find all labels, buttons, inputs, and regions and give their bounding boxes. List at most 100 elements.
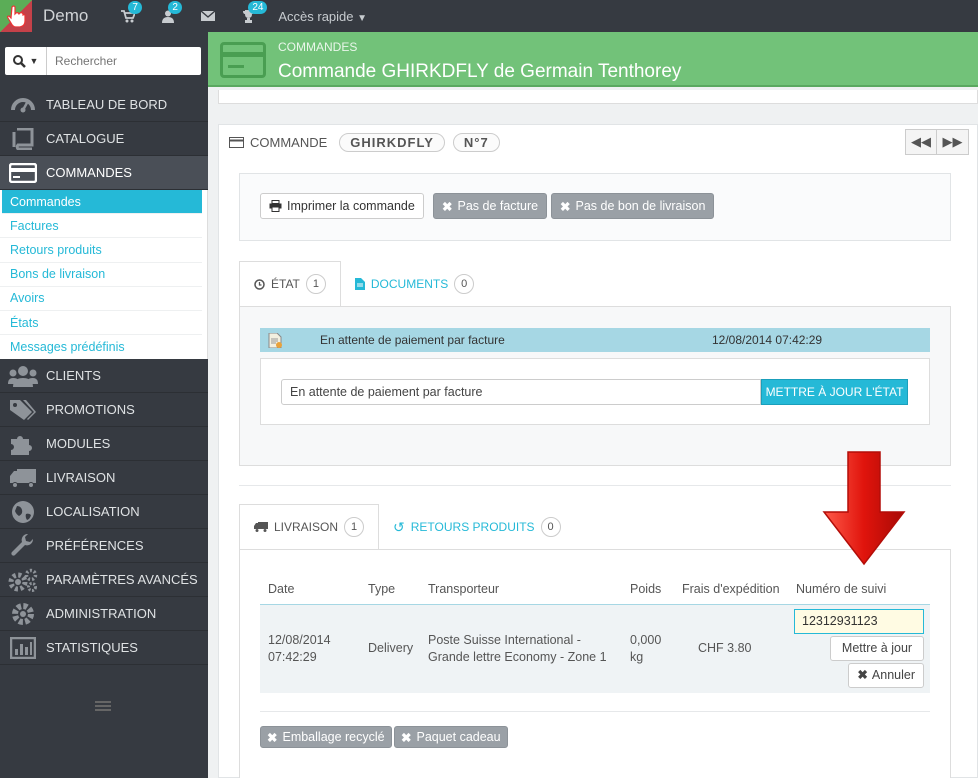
page-header: COMMANDES Commande GHIRKDFLY de Germain … — [208, 32, 978, 87]
sidebar-item-label: PROMOTIONS — [46, 402, 135, 418]
sidebar-item-label: TABLEAU DE BORD — [46, 97, 168, 112]
submenu-item-orders[interactable]: Commandes — [2, 190, 202, 215]
quick-access-label: Accès rapide — [278, 8, 354, 24]
submenu-item-statuses[interactable]: États — [0, 311, 202, 336]
tab-documents[interactable]: DOCUMENTS 0 — [341, 261, 488, 307]
order-reference: GHIRKDFLY — [339, 133, 445, 152]
customers-badge: 2 — [168, 1, 182, 14]
sidebar-item-shipping[interactable]: LIVRAISON — [0, 461, 208, 496]
sidebar-item-promotions[interactable]: PROMOTIONS — [0, 393, 208, 428]
table-row: 12/08/2014 07:42:29 Delivery Poste Suiss… — [260, 604, 930, 693]
hand-pointer-icon — [7, 5, 26, 27]
sidebar-item-administration[interactable]: ADMINISTRATION — [0, 597, 208, 632]
tab-returns-label: RETOURS PRODUITS — [410, 520, 535, 534]
sidebar-item-advanced-parameters[interactable]: PARAMÈTRES AVANCÉS — [0, 563, 208, 598]
search-type-button[interactable]: ▼ — [5, 47, 47, 75]
tab-status[interactable]: ÉTAT 1 — [239, 261, 341, 307]
shipping-count: 1 — [344, 517, 365, 537]
table-header-row: Date Type Transporteur Poids Frais d'exp… — [260, 574, 930, 605]
undo-icon: ↺ — [393, 518, 405, 535]
order-heading: COMMANDE GHIRKDFLY N°7 — [229, 133, 500, 152]
shipping-tab-content: Date Type Transporteur Poids Frais d'exp… — [239, 549, 951, 778]
close-icon: ✖ — [401, 730, 412, 745]
no-invoice-button[interactable]: ✖ Pas de facture — [433, 193, 548, 219]
status-tab-content: En attente de paiement par facture 12/08… — [239, 306, 951, 466]
print-icon — [269, 200, 282, 212]
truck-icon — [0, 468, 46, 488]
sidebar-item-label: STATISTIQUES — [46, 640, 138, 656]
logo[interactable] — [0, 0, 32, 32]
sidebar-item-customers[interactable]: CLIENTS — [0, 359, 208, 394]
column-header: Transporteur — [420, 574, 622, 605]
red-arrow-icon — [822, 451, 906, 566]
sidebar-item-label: PARAMÈTRES AVANCÉS — [46, 572, 198, 588]
no-delivery-slip-button[interactable]: ✖ Pas de bon de livraison — [551, 193, 715, 219]
no-invoice-label: Pas de facture — [457, 199, 539, 213]
update-tracking-button[interactable]: Mettre à jour — [830, 636, 924, 662]
sidebar-item-orders[interactable]: COMMANDES — [0, 156, 208, 190]
submenu-item-invoices[interactable]: Factures — [0, 214, 202, 239]
recycled-packaging-button[interactable]: ✖ Emballage recyclé — [260, 726, 392, 748]
shipping-cost: CHF 3.80 — [674, 604, 788, 693]
sidebar-item-label: PRÉFÉRENCES — [46, 538, 144, 554]
print-order-button[interactable]: Imprimer la commande — [260, 193, 424, 219]
update-status-button[interactable]: METTRE À JOUR L'ÉTAT — [761, 379, 908, 405]
column-header: Frais d'expédition — [674, 574, 788, 605]
top-bar: Demo 7 2 24 Accès rapide ▼ — [0, 0, 978, 32]
cancel-tracking-button[interactable]: ✖ Annuler — [848, 663, 924, 689]
sidebar-item-localization[interactable]: LOCALISATION — [0, 495, 208, 530]
sidebar-item-statistics[interactable]: STATISTIQUES — [0, 631, 208, 666]
caret-down-icon: ▼ — [357, 12, 368, 24]
submenu-item-credit-slips[interactable]: Avoirs — [0, 287, 202, 311]
bar-chart-icon — [0, 636, 46, 659]
previous-order-button[interactable]: ◀◀ — [905, 129, 937, 155]
shipping-type: Delivery — [360, 604, 420, 693]
messages-notification[interactable] — [188, 0, 228, 32]
column-header: Type — [360, 574, 420, 605]
sidebar-item-dashboard[interactable]: TABLEAU DE BORD — [0, 88, 208, 122]
order-number: N°7 — [452, 133, 500, 152]
collapse-menu-icon[interactable] — [95, 700, 111, 715]
previous-panel-edge — [218, 90, 978, 104]
status-history-label: En attente de paiement par facture — [320, 333, 505, 347]
submenu-item-delivery-slips[interactable]: Bons de livraison — [0, 263, 202, 287]
submenu-item-product-returns[interactable]: Retours produits — [0, 238, 202, 263]
sidebar-item-label: ADMINISTRATION — [46, 606, 157, 622]
credit-card-icon — [0, 162, 46, 183]
tab-shipping[interactable]: LIVRAISON 1 — [239, 504, 380, 550]
sidebar-item-catalog[interactable]: CATALOGUE — [0, 122, 208, 156]
tab-shipping-label: LIVRAISON — [274, 520, 339, 534]
returns-count: 0 — [540, 517, 561, 537]
next-order-button[interactable]: ▶▶ — [937, 129, 969, 155]
document-icon — [260, 332, 290, 348]
update-tracking-label: Mettre à jour — [841, 641, 913, 656]
caret-down-icon: ▼ — [29, 56, 39, 66]
print-order-label: Imprimer la commande — [287, 199, 415, 213]
trophy-badge: 24 — [248, 1, 268, 14]
users-icon — [0, 365, 46, 387]
gear-icon — [0, 602, 46, 626]
search-input[interactable] — [47, 54, 187, 68]
status-tabs: ÉTAT 1 DOCUMENTS 0 — [239, 261, 488, 307]
orders-notification[interactable]: 7 — [108, 0, 148, 32]
order-status-select[interactable]: En attente de paiement par facture — [281, 379, 761, 405]
sidebar-item-preferences[interactable]: PRÉFÉRENCES — [0, 529, 208, 564]
shop-name[interactable]: Demo — [43, 6, 88, 26]
status-history-row: En attente de paiement par facture 12/08… — [260, 328, 930, 352]
quick-access-dropdown[interactable]: Accès rapide ▼ — [278, 9, 367, 24]
main-menu: TABLEAU DE BORD CATALOGUE COMMANDES Comm… — [0, 88, 208, 666]
trophy-notification[interactable]: 24 — [228, 0, 268, 32]
gift-wrapping-button[interactable]: ✖ Paquet cadeau — [394, 726, 508, 748]
tab-product-returns[interactable]: ↺ RETOURS PRODUITS 0 — [379, 504, 575, 550]
customers-notification[interactable]: 2 — [148, 0, 188, 32]
search-icon — [12, 54, 26, 68]
breadcrumb[interactable]: COMMANDES — [278, 40, 357, 54]
no-delivery-slip-label: Pas de bon de livraison — [575, 199, 706, 213]
tracking-number-input[interactable]: 12312931123 — [794, 609, 924, 635]
shipping-weight: 0,000 kg — [622, 604, 674, 693]
order-navigation: ◀◀ ▶▶ — [905, 129, 969, 155]
shipping-carrier: Poste Suisse International - Grande lett… — [420, 604, 622, 693]
dashboard-icon — [0, 94, 46, 116]
sidebar-item-modules[interactable]: MODULES — [0, 427, 208, 462]
submenu-item-order-messages[interactable]: Messages prédéfinis — [0, 335, 202, 359]
